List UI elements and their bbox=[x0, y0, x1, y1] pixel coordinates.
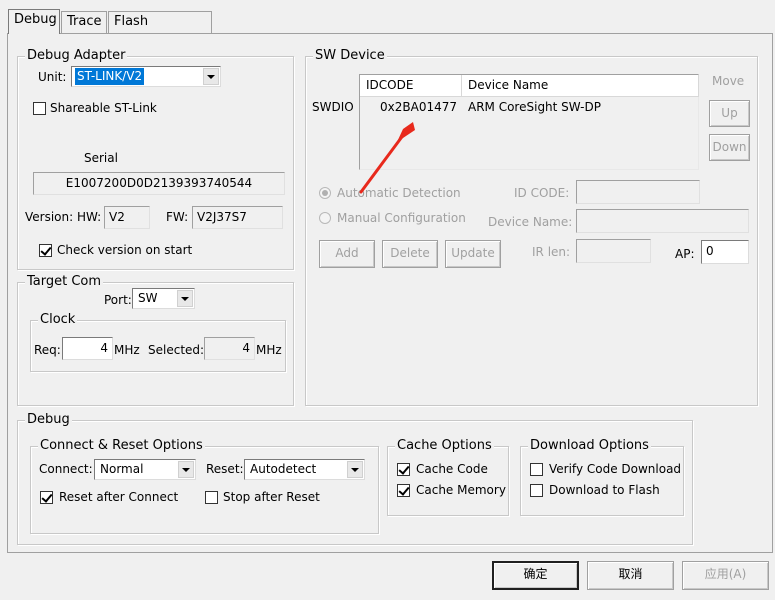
update-button[interactable]: Update bbox=[445, 240, 501, 268]
stop-after-reset-checkbox[interactable] bbox=[205, 491, 218, 504]
connect-reset-title: Connect & Reset Options bbox=[38, 438, 205, 454]
serial-field: E1007200D0D2139393740544 bbox=[33, 172, 285, 195]
target-com-title: Target Com bbox=[25, 274, 104, 290]
apply-button[interactable]: 应用(A) bbox=[682, 561, 769, 590]
tab-debug[interactable]: Debug bbox=[8, 9, 60, 34]
check-version-label: Check version on start bbox=[57, 243, 193, 257]
debug-adapter-title: Debug Adapter bbox=[25, 48, 128, 64]
delete-button[interactable]: Delete bbox=[382, 240, 438, 268]
ok-button[interactable]: 确定 bbox=[492, 561, 579, 590]
unit-label: Unit: bbox=[38, 70, 67, 84]
check-version-checkbox[interactable] bbox=[39, 244, 52, 257]
unit-select[interactable]: ST-LINK/V2 bbox=[71, 66, 221, 87]
cancel-button[interactable]: 取消 bbox=[587, 561, 674, 590]
red-arrow-annotation bbox=[359, 122, 415, 194]
manual-config-radio[interactable] bbox=[319, 212, 331, 224]
cache-memory-checkbox[interactable] bbox=[397, 484, 410, 497]
fw-label: FW: bbox=[166, 210, 189, 224]
ap-label: AP: bbox=[675, 247, 695, 261]
auto-detection-radio[interactable] bbox=[319, 187, 331, 199]
serial-label: Serial bbox=[84, 151, 118, 165]
port-select[interactable]: SW bbox=[132, 288, 195, 309]
fw-version-field: V2J37S7 bbox=[192, 206, 283, 229]
id-code-label: ID CODE: bbox=[514, 186, 570, 200]
dialog-content: Debug Adapter Unit: ST-LINK/V2 Shareable… bbox=[0, 0, 775, 600]
cache-code-checkbox[interactable] bbox=[397, 463, 410, 476]
sw-device-title: SW Device bbox=[313, 48, 387, 64]
id-code-field[interactable] bbox=[576, 180, 700, 204]
stop-after-reset-label: Stop after Reset bbox=[223, 490, 320, 504]
ap-field[interactable]: 0 bbox=[701, 240, 749, 264]
reset-label: Reset: bbox=[206, 462, 244, 476]
shareable-label: Shareable ST-Link bbox=[50, 101, 157, 115]
version-hw-label: Version: HW: bbox=[25, 210, 102, 224]
verify-download-checkbox[interactable] bbox=[530, 463, 543, 476]
column-header-idcode[interactable]: IDCODE bbox=[360, 75, 462, 97]
download-to-flash-label: Download to Flash bbox=[549, 483, 660, 497]
column-header-device-name[interactable]: Device Name bbox=[462, 75, 699, 97]
row-device-name[interactable]: ARM CoreSight SW-DP bbox=[468, 100, 601, 114]
up-button[interactable]: Up bbox=[709, 100, 750, 127]
chevron-down-icon[interactable] bbox=[203, 68, 219, 85]
verify-download-label: Verify Code Download bbox=[549, 462, 682, 476]
download-to-flash-checkbox[interactable] bbox=[530, 484, 543, 497]
swdio-label: SWDIO bbox=[312, 100, 354, 114]
chevron-down-icon[interactable] bbox=[347, 461, 363, 478]
selected-unit: MHz bbox=[256, 343, 282, 357]
selected-field: 4 bbox=[204, 337, 255, 360]
hw-version-field: V2 bbox=[104, 206, 150, 229]
req-field[interactable]: 4 bbox=[62, 337, 113, 360]
connect-select[interactable]: Normal bbox=[94, 459, 196, 480]
add-button[interactable]: Add bbox=[319, 240, 375, 268]
debug-adapter-group: Debug Adapter bbox=[17, 48, 294, 270]
cache-options-group: Cache Options bbox=[387, 438, 509, 516]
cache-code-label: Cache Code bbox=[416, 462, 488, 476]
ir-len-field[interactable] bbox=[576, 239, 651, 263]
down-button[interactable]: Down bbox=[709, 134, 750, 161]
reset-after-connect-label: Reset after Connect bbox=[59, 490, 179, 504]
debug-title: Debug bbox=[25, 412, 72, 428]
connect-value: Normal bbox=[100, 462, 144, 476]
selected-label: Selected: bbox=[148, 343, 205, 357]
port-value: SW bbox=[138, 291, 158, 305]
cache-options-title: Cache Options bbox=[395, 438, 494, 454]
cache-memory-label: Cache Memory bbox=[416, 483, 506, 497]
device-name-field[interactable] bbox=[576, 209, 749, 233]
shareable-checkbox[interactable] bbox=[33, 102, 46, 115]
ir-len-label: IR len: bbox=[532, 245, 571, 259]
chevron-down-icon[interactable] bbox=[178, 461, 194, 478]
arrow-head bbox=[397, 122, 415, 142]
reset-after-connect-checkbox[interactable] bbox=[40, 491, 53, 504]
download-options-group: Download Options bbox=[520, 438, 684, 516]
row-idcode[interactable]: 0x2BA01477 bbox=[380, 100, 457, 114]
unit-value: ST-LINK/V2 bbox=[75, 68, 145, 85]
reset-select[interactable]: Autodetect bbox=[244, 459, 365, 480]
req-unit: MHz bbox=[114, 343, 140, 357]
connect-label: Connect: bbox=[39, 462, 93, 476]
download-options-title: Download Options bbox=[528, 438, 651, 454]
move-label: Move bbox=[712, 74, 745, 88]
reset-value: Autodetect bbox=[250, 462, 317, 476]
device-name-label: Device Name: bbox=[488, 215, 573, 229]
port-label: Port: bbox=[104, 293, 132, 307]
clock-title: Clock bbox=[38, 312, 78, 328]
manual-config-label: Manual Configuration bbox=[337, 211, 466, 225]
req-label: Req: bbox=[34, 343, 61, 357]
chevron-down-icon[interactable] bbox=[177, 290, 193, 307]
